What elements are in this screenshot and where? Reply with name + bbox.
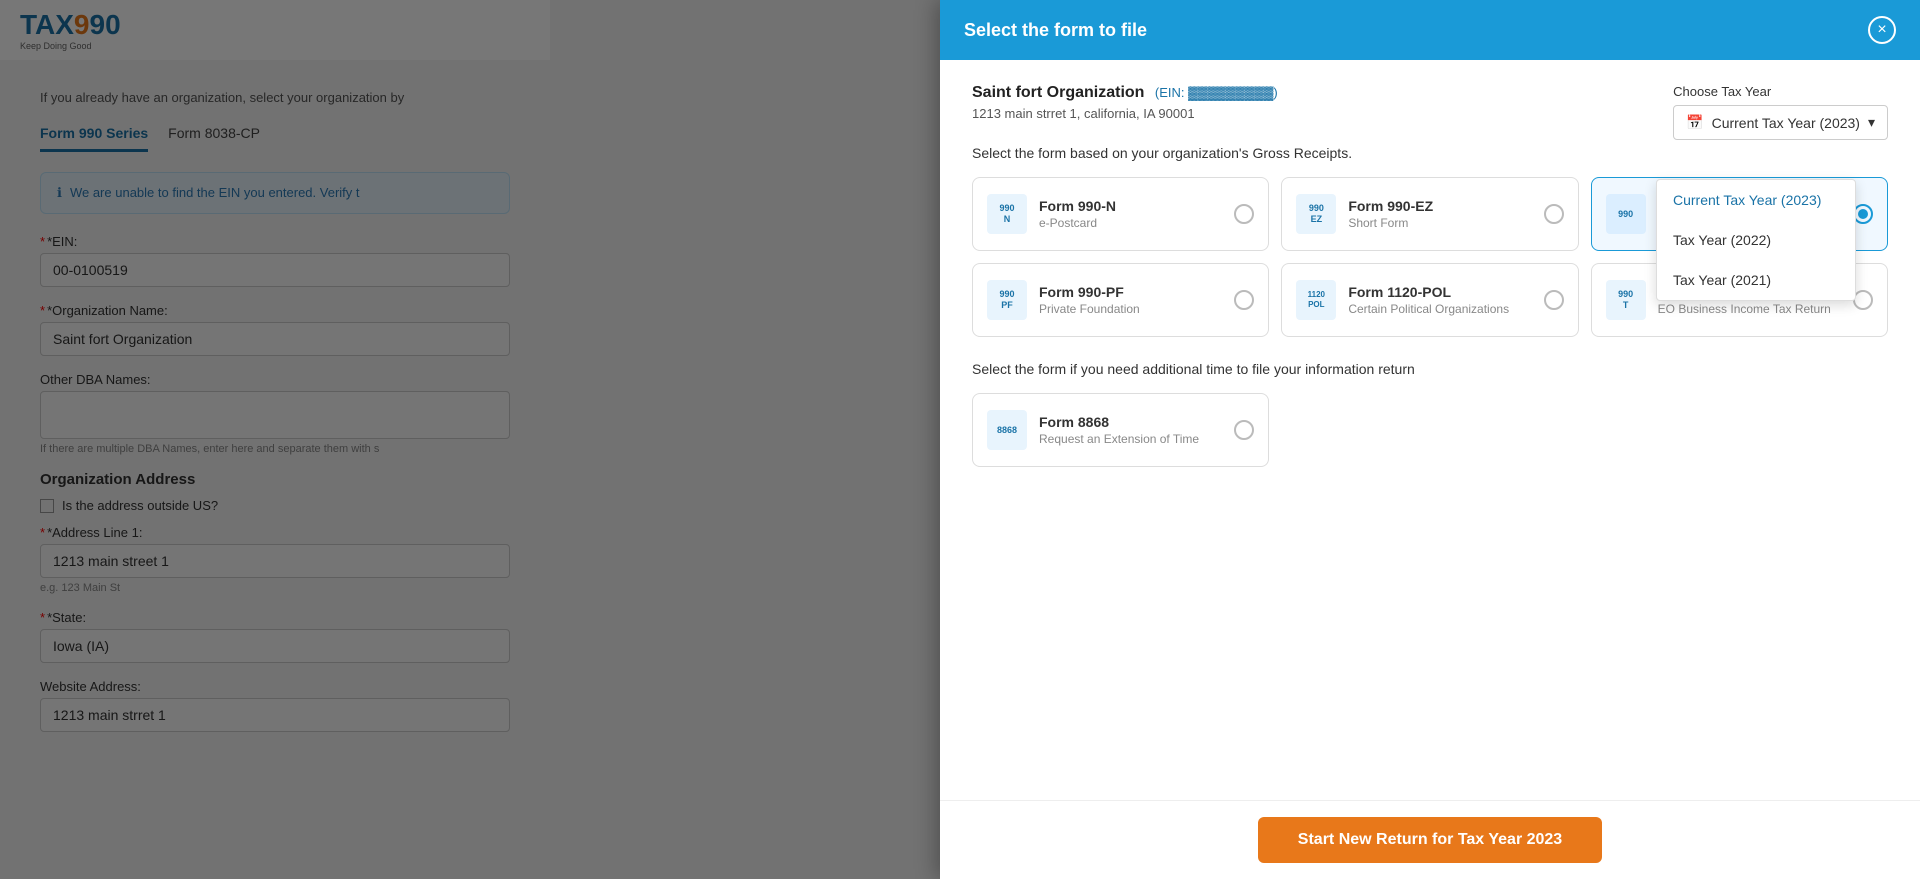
gross-receipts-label: Select the form based on your organizati… [972,145,1888,161]
tax-year-option-2021[interactable]: Tax Year (2021) [1657,260,1855,300]
radio-990ez[interactable] [1544,204,1564,224]
radio-990[interactable] [1853,204,1873,224]
radio-8868[interactable] [1234,420,1254,440]
form-desc-1120pol: Certain Political Organizations [1348,302,1531,316]
tax-year-dropdown[interactable]: Current Tax Year (2023) Tax Year (2022) … [1656,179,1856,301]
form-icon-990pf: 990PF [987,280,1027,320]
form-desc-990pf: Private Foundation [1039,302,1222,316]
tax-year-option-2023[interactable]: Current Tax Year (2023) [1657,180,1855,220]
tax-year-current: Current Tax Year (2023) [1712,115,1860,131]
modal-body: Saint fort Organization (EIN: ▓▓▓▓▓▓▓▓▓)… [940,60,1920,800]
tax-year-select[interactable]: 📅 Current Tax Year (2023) ▾ [1673,105,1888,140]
form-icon-990t: 990T [1606,280,1646,320]
tax-year-option-2022[interactable]: Tax Year (2022) [1657,220,1855,260]
form-icon-8868: 8868 [987,410,1027,450]
modal-close-button[interactable]: × [1868,16,1896,44]
radio-990t[interactable] [1853,290,1873,310]
form-icon-1120pol: 1120POL [1296,280,1336,320]
extension-label: Select the form if you need additional t… [972,361,1888,377]
tax-year-label: Choose Tax Year [1673,84,1888,99]
start-new-return-button[interactable]: Start New Return for Tax Year 2023 [1258,817,1602,863]
form-desc-990t: EO Business Income Tax Return [1658,302,1841,316]
radio-1120pol[interactable] [1544,290,1564,310]
form-card-990ez[interactable]: 990EZ Form 990-EZ Short Form [1281,177,1578,251]
form-desc-8868: Request an Extension of Time [1039,432,1222,446]
form-name-990pf: Form 990-PF [1039,284,1222,300]
radio-990pf[interactable] [1234,290,1254,310]
org-ein: (EIN: ▓▓▓▓▓▓▓▓▓) [1155,85,1278,100]
modal-title: Select the form to file [964,20,1147,41]
form-card-8868[interactable]: 8868 Form 8868 Request an Extension of T… [972,393,1269,467]
chevron-down-icon: ▾ [1868,114,1875,131]
form-desc-990ez: Short Form [1348,216,1531,230]
form-card-990pf[interactable]: 990PF Form 990-PF Private Foundation [972,263,1269,337]
form-name-1120pol: Form 1120-POL [1348,284,1531,300]
org-name: Saint fort Organization [972,84,1144,101]
form-name-8868: Form 8868 [1039,414,1222,430]
form-icon-990n: 990N [987,194,1027,234]
form-icon-990: 990 [1606,194,1646,234]
form-select-modal: Select the form to file × Saint fort Org… [940,0,1920,879]
extension-section: Select the form if you need additional t… [972,361,1888,467]
form-card-990n[interactable]: 990N Form 990-N e-Postcard [972,177,1269,251]
radio-990n[interactable] [1234,204,1254,224]
modal-header: Select the form to file × [940,0,1920,60]
tax-year-container: Choose Tax Year 📅 Current Tax Year (2023… [1673,84,1888,140]
form-icon-990ez: 990EZ [1296,194,1336,234]
modal-footer: Start New Return for Tax Year 2023 [940,800,1920,879]
form-card-1120pol[interactable]: 1120POL Form 1120-POL Certain Political … [1281,263,1578,337]
form-name-990ez: Form 990-EZ [1348,198,1531,214]
form-desc-990n: e-Postcard [1039,216,1222,230]
calendar-icon: 📅 [1686,114,1703,131]
form-name-990n: Form 990-N [1039,198,1222,214]
